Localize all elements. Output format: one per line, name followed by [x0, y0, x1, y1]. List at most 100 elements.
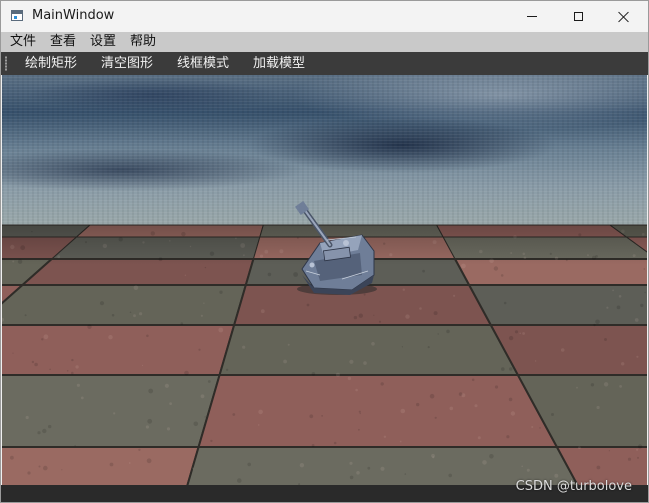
floor-texture-speck [475, 404, 478, 407]
floor-texture-speck [41, 338, 43, 340]
floor-texture-speck [591, 383, 594, 386]
floor-texture-speck [242, 346, 245, 349]
draw-rectangle-button[interactable]: 绘制矩形 [17, 52, 85, 75]
floor-texture-speck [184, 371, 189, 376]
floor-texture-speck [27, 471, 30, 474]
floor-texture-speck [198, 349, 200, 351]
app-window-icon [11, 10, 23, 21]
menu-file[interactable]: 文件 [3, 32, 43, 52]
floor-texture-speck [450, 407, 454, 411]
floor-texture-speck [74, 445, 75, 446]
floor-texture-speck [350, 476, 354, 480]
floor-texture-speck [42, 429, 46, 433]
floor-texture-speck [527, 469, 530, 472]
floor-texture-speck [283, 360, 287, 364]
floor-texture-speck [561, 348, 565, 352]
floor-texture-speck [509, 367, 513, 371]
floor-texture-speck [288, 344, 290, 346]
floor-texture-speck [515, 330, 518, 333]
wireframe-mode-button[interactable]: 线框模式 [169, 52, 237, 75]
floor-texture-speck [43, 466, 48, 471]
floor-texture-speck [578, 446, 581, 449]
floor-texture-speck [358, 429, 360, 431]
floor-texture-speck [218, 328, 223, 333]
floor-texture-speck [87, 325, 91, 329]
floor-texture-speck [636, 449, 638, 451]
floor-texture-speck [617, 306, 621, 310]
close-button[interactable] [601, 1, 647, 32]
floor-texture-speck [597, 466, 601, 470]
load-model-button[interactable]: 加载模型 [245, 52, 313, 75]
menu-settings[interactable]: 设置 [83, 32, 123, 52]
floor-texture-speck [638, 444, 642, 448]
floor-texture-speck [49, 369, 51, 371]
clear-shapes-button[interactable]: 清空图形 [93, 52, 161, 75]
floor-texture-speck [643, 268, 645, 270]
floor-texture-speck [71, 359, 73, 361]
floor-texture-speck [432, 456, 434, 458]
floor-texture-speck [619, 385, 622, 388]
floor-texture-speck [612, 290, 614, 292]
floor-texture-speck [644, 292, 645, 293]
floor-texture-speck [501, 274, 504, 277]
floor-texture-speck [61, 469, 62, 470]
floor-texture-speck [364, 294, 366, 296]
menu-help[interactable]: 帮助 [123, 32, 163, 52]
floor-texture-speck [419, 307, 422, 310]
floor-texture-speck [134, 285, 139, 290]
floor-texture-speck [129, 462, 131, 464]
floor-texture-speck [203, 303, 204, 304]
floor-texture-speck [75, 365, 78, 368]
watermark-text: CSDN @turbolove [516, 479, 632, 494]
floor-texture-speck [359, 314, 363, 318]
floor-texture-speck [165, 384, 169, 388]
floor-texture-speck [194, 422, 199, 427]
minimize-button[interactable] [509, 1, 555, 32]
floor-tile [491, 325, 647, 375]
floor-texture-speck [373, 315, 374, 316]
maximize-button[interactable] [555, 1, 601, 32]
floor-texture-speck [363, 361, 367, 365]
toolbar-grip-handle[interactable] [5, 56, 7, 71]
floor-texture-speck [71, 372, 74, 375]
floor-texture-speck [400, 441, 402, 443]
floor-texture-speck [380, 467, 384, 471]
floor-texture-speck [48, 425, 51, 428]
floor-texture-speck [108, 335, 112, 339]
floor-texture-speck [554, 474, 558, 478]
floor-texture-speck [334, 442, 337, 445]
floor-texture-speck [201, 394, 205, 398]
floor-texture-speck [371, 342, 375, 346]
floor-texture-speck [25, 314, 27, 316]
floor-texture-speck [336, 373, 340, 377]
floor-texture-speck [307, 304, 310, 307]
floor-texture-speck [258, 424, 260, 426]
floor-texture-speck [416, 403, 419, 406]
floor-texture-speck [205, 267, 206, 268]
floor-texture-speck [237, 478, 242, 483]
floor-texture-speck [381, 382, 384, 385]
floor-texture-speck [138, 449, 140, 451]
floor-texture-speck [494, 266, 498, 270]
floor-texture-speck [606, 307, 608, 309]
floor-texture-speck [261, 309, 265, 313]
floor-texture-speck [522, 332, 525, 335]
floor-tile [220, 325, 518, 375]
menu-view[interactable]: 查看 [43, 32, 83, 52]
floor-texture-speck [130, 312, 132, 314]
floor-texture-speck [359, 411, 361, 413]
opengl-viewport[interactable] [2, 75, 647, 485]
title-bar[interactable]: MainWindow [1, 1, 648, 32]
floor-texture-speck [509, 336, 513, 340]
floor-texture-speck [403, 289, 405, 291]
main-window: MainWindow 文件 查看 设置 帮助 绘制矩形 清空图形 线框模式 加载… [0, 0, 649, 503]
floor-texture-speck [446, 330, 450, 334]
floor-texture-speck [312, 372, 316, 376]
floor-texture-speck [621, 362, 624, 365]
floor-texture-speck [459, 392, 463, 396]
floor-texture-speck [354, 316, 357, 319]
floor-texture-speck [34, 363, 38, 367]
floor-texture-speck [133, 314, 136, 317]
floor-texture-speck [293, 272, 298, 277]
floor-texture-speck [539, 427, 541, 429]
